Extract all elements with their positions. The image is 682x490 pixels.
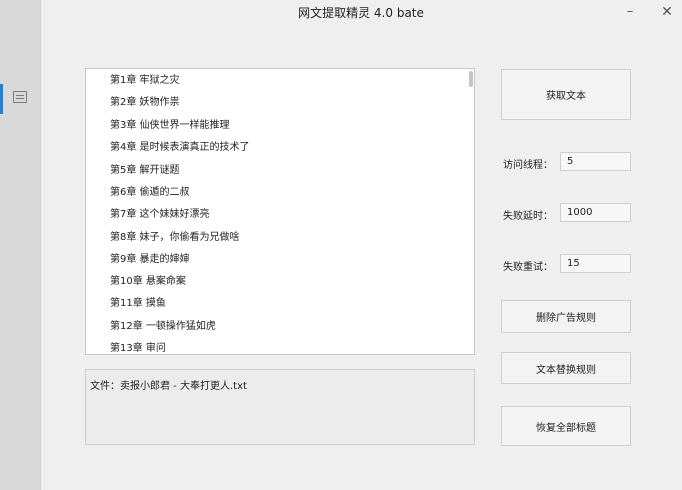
file-info-box: 文件：卖报小郎君 - 大奉打更人.txt bbox=[85, 369, 475, 445]
chapter-list-item[interactable]: 第9章 暴走的婶婶 bbox=[110, 249, 190, 271]
delay-input[interactable]: 1000 bbox=[560, 203, 631, 222]
chapter-list-item[interactable]: 第12章 一顿操作猛如虎 bbox=[110, 316, 216, 338]
delay-label: 失败延时： bbox=[503, 211, 553, 222]
file-info-text: 文件：卖报小郎君 - 大奉打更人.txt bbox=[90, 381, 247, 392]
chapter-list-item[interactable]: 第4章 是时候表演真正的技术了 bbox=[110, 137, 250, 159]
ad-rules-button[interactable]: 删除广告规则 bbox=[501, 300, 631, 333]
chapter-list-item[interactable]: 第7章 这个妹妹好漂亮 bbox=[110, 204, 210, 226]
chapter-list-item[interactable]: 第6章 偷遁的二叔 bbox=[110, 182, 190, 204]
chapter-list-item[interactable]: 第2章 妖物作祟 bbox=[110, 92, 180, 114]
replace-rules-button[interactable]: 文本替换规则 bbox=[501, 352, 631, 384]
retry-input[interactable]: 15 bbox=[560, 254, 631, 273]
chapter-list-item[interactable]: 第3章 仙侠世界一样能推理 bbox=[110, 115, 230, 137]
close-button[interactable]: ✕ bbox=[657, 3, 677, 21]
app-window: 网文提取精灵 4.0 bate – ✕ 第1章 牢狱之灾 第2章 妖物作祟 第3… bbox=[0, 0, 682, 490]
retry-label: 失败重试： bbox=[503, 262, 553, 273]
chapter-list-item[interactable]: 第8章 妹子，你偷看为兄做啥 bbox=[110, 227, 240, 249]
sidebar-active-indicator bbox=[0, 84, 3, 114]
chapter-list-item[interactable]: 第10章 悬案命案 bbox=[110, 271, 186, 293]
minimize-button[interactable]: – bbox=[620, 3, 640, 21]
chapter-list-item[interactable]: 第1章 牢狱之灾 bbox=[110, 70, 180, 92]
chapter-list-item[interactable]: 第11章 摸鱼 bbox=[110, 293, 166, 315]
chapter-list-item[interactable]: 第13章 审问 bbox=[110, 338, 166, 354]
fetch-text-button[interactable]: 获取文本 bbox=[501, 69, 631, 120]
restore-titles-button[interactable]: 恢复全部标题 bbox=[501, 406, 631, 446]
sidebar bbox=[0, 0, 41, 490]
threads-input[interactable]: 5 bbox=[560, 152, 631, 171]
list-icon[interactable] bbox=[13, 91, 27, 103]
chapter-list-scrollbar[interactable] bbox=[468, 69, 474, 354]
chapter-list-item[interactable]: 第5章 解开谜题 bbox=[110, 160, 180, 182]
threads-label: 访问线程： bbox=[503, 160, 553, 171]
window-title: 网文提取精灵 4.0 bate bbox=[298, 6, 424, 20]
scrollbar-thumb[interactable] bbox=[469, 71, 473, 87]
chapter-list[interactable]: 第1章 牢狱之灾 第2章 妖物作祟 第3章 仙侠世界一样能推理 第4章 是时候表… bbox=[85, 68, 475, 355]
